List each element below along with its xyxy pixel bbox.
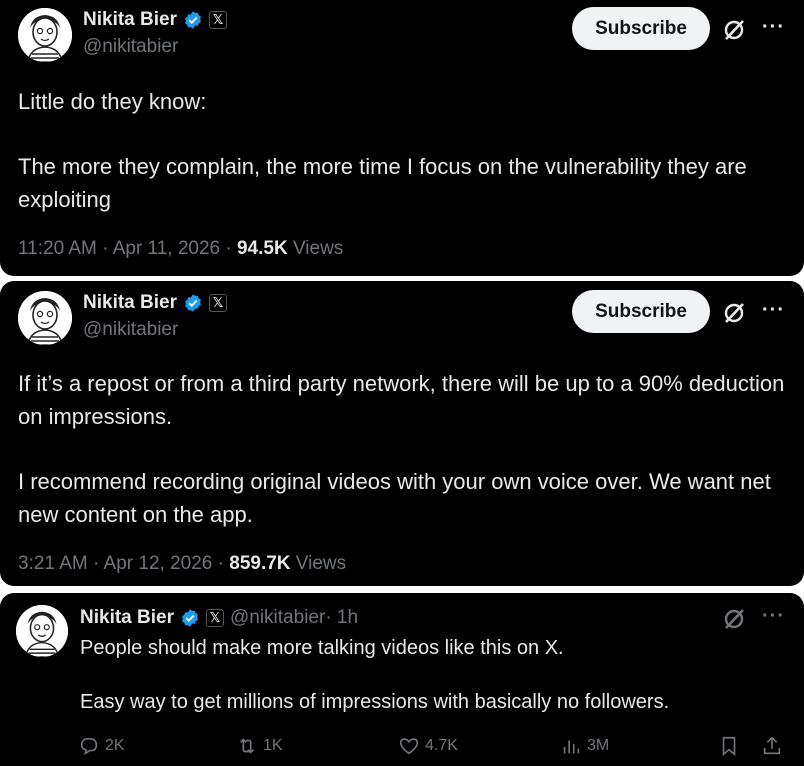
author-name[interactable]: Nikita Bier [83, 292, 177, 314]
author-handle[interactable]: @nikitabier [83, 36, 178, 58]
x-logo-icon: 𝕏 [205, 609, 224, 627]
views-label: Views [287, 238, 344, 259]
action-bar: 2K 1K 4.7K 3M [78, 735, 788, 759]
verified-badge-icon [185, 11, 201, 29]
author-name[interactable]: Nikita Bier [83, 9, 177, 31]
author-name[interactable]: Nikita Bier [80, 607, 174, 629]
like-button[interactable]: 4.7K [398, 735, 458, 757]
bookmark-icon [722, 736, 736, 757]
avatar-cartoon-icon [18, 291, 72, 345]
verified-badge-icon [182, 609, 198, 627]
views-button[interactable]: 3M [560, 735, 609, 757]
grok-icon[interactable] [721, 300, 747, 326]
more-icon[interactable]: ··· [762, 16, 785, 39]
like-icon [399, 738, 419, 755]
author-handle[interactable]: @nikitabier [83, 319, 178, 341]
post-paragraph: Little do they know: [18, 89, 207, 114]
post-paragraph: The more they complain, the more time I … [18, 154, 747, 212]
author-handle[interactable]: @nikitabier [230, 607, 325, 629]
post-paragraph: People should make more talking videos l… [80, 637, 564, 659]
post-1: Nikita Bier 𝕏 @nikitabier Subscribe ··· … [0, 0, 804, 276]
post-body: If it’s a repost or from a third party n… [18, 367, 793, 531]
repost-icon [239, 738, 255, 754]
post-2: Nikita Bier 𝕏 @nikitabier Subscribe ··· … [0, 281, 804, 586]
post-body: Little do they know: The more they compl… [18, 85, 788, 216]
share-button[interactable] [761, 735, 783, 757]
author-row: Nikita Bier 𝕏 [83, 292, 227, 314]
like-count: 4.7K [425, 737, 458, 754]
reply-button[interactable]: 2K [78, 735, 125, 757]
repost-count: 1K [263, 737, 283, 754]
grok-icon[interactable] [721, 606, 747, 632]
avatar[interactable] [18, 8, 72, 62]
post-paragraph: Easy way to get millions of impressions … [80, 691, 670, 713]
subscribe-button[interactable]: Subscribe [572, 290, 710, 333]
post-paragraph: I recommend recording original videos wi… [18, 469, 771, 527]
more-icon[interactable]: ··· [762, 299, 785, 322]
timestamp[interactable]: 3:21 AM · Apr 12, 2026 · [18, 553, 229, 574]
post-paragraph: If it’s a repost or from a third party n… [18, 371, 785, 429]
post-body: People should make more talking videos l… [80, 635, 790, 716]
views-count: 3M [587, 737, 610, 754]
author-row: Nikita Bier 𝕏 @nikitabier · 1h [80, 607, 358, 629]
grok-icon[interactable] [721, 17, 747, 43]
reply-count: 2K [105, 737, 125, 754]
post-3: Nikita Bier 𝕏 @nikitabier · 1h ··· Peopl… [0, 593, 804, 766]
author-row: Nikita Bier 𝕏 [83, 9, 227, 31]
post-meta: 11:20 AM · Apr 11, 2026 · 94.5K Views [18, 238, 343, 260]
avatar[interactable] [18, 291, 72, 345]
views-count: 94.5K [236, 238, 288, 259]
share-icon [763, 736, 781, 755]
repost-button[interactable]: 1K [236, 735, 283, 757]
subscribe-button[interactable]: Subscribe [572, 7, 710, 50]
reply-icon [80, 737, 98, 756]
x-logo-icon: 𝕏 [208, 11, 227, 29]
avatar-cartoon-icon [18, 8, 72, 62]
views-icon [563, 740, 580, 754]
verified-badge-icon [185, 294, 201, 312]
views-label: Views [290, 553, 347, 574]
x-logo-icon: 𝕏 [208, 294, 227, 312]
post-age[interactable]: · 1h [325, 607, 358, 629]
avatar-cartoon-icon [16, 605, 68, 657]
bookmark-button[interactable] [718, 735, 740, 757]
post-meta: 3:21 AM · Apr 12, 2026 · 859.7K Views [18, 553, 346, 575]
timestamp[interactable]: 11:20 AM · Apr 11, 2026 · [18, 238, 237, 259]
views-count: 859.7K [229, 553, 291, 574]
avatar[interactable] [16, 605, 68, 657]
more-icon[interactable]: ··· [762, 605, 785, 628]
